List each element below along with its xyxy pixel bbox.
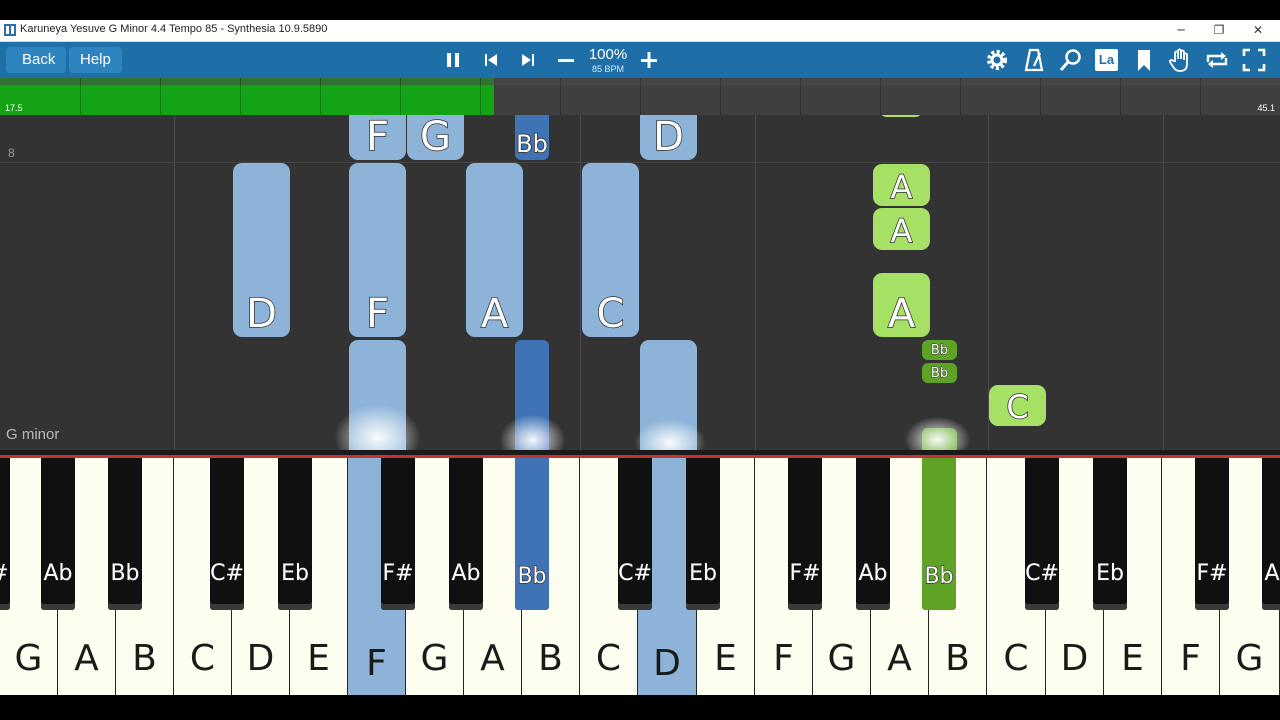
note-block: Bb [515, 115, 549, 160]
measure-line [174, 115, 175, 450]
plus-icon[interactable] [634, 45, 664, 75]
skip-back-icon[interactable] [476, 45, 506, 75]
measure-line [580, 115, 581, 450]
piano-black-key-pressed[interactable]: Bb [515, 458, 549, 610]
note-block: Bb [922, 363, 957, 383]
piano-black-key[interactable]: Ab [856, 458, 890, 610]
window-title: Karuneya Yesuve G Minor 4.4 Tempo 85 - S… [20, 23, 328, 35]
note-block [881, 115, 921, 117]
back-button[interactable]: Back [6, 47, 67, 73]
minus-icon[interactable] [551, 45, 581, 75]
progress-tick [960, 78, 961, 115]
song-progress-bar[interactable]: 17.5 45.1 [0, 78, 1280, 115]
note-roll: 8 F G Bb D D F A C A A A Bb Bb C G minor [0, 115, 1280, 450]
piano-black-key[interactable]: C# [209, 458, 244, 610]
bottom-strip [0, 695, 1280, 720]
loop-icon[interactable] [1202, 45, 1232, 75]
note-hit-glow [500, 415, 565, 450]
back-label: Back [22, 51, 56, 68]
restore-icon[interactable]: ❐ [1199, 20, 1239, 41]
progress-start-label: 17.5 [5, 103, 23, 113]
piano-keyboard[interactable]: G A B C D E F G A B C D E F G A B C D E … [0, 458, 1280, 695]
bookmark-icon[interactable] [1129, 45, 1159, 75]
note-block: C [989, 385, 1046, 427]
pause-icon[interactable] [438, 45, 468, 75]
note-block: F [349, 115, 406, 161]
note-block: Bb [922, 340, 957, 360]
window-titlebar: Karuneya Yesuve G Minor 4.4 Tempo 85 - S… [0, 20, 1280, 42]
close-icon[interactable]: ✕ [1238, 20, 1278, 41]
note-block: A [466, 163, 523, 338]
piano-black-key[interactable]: F# [788, 458, 822, 610]
note-block: C [582, 163, 639, 338]
metronome-icon[interactable] [1019, 45, 1049, 75]
note-block: F [349, 163, 406, 338]
note-block: D [233, 163, 290, 338]
piano-black-key[interactable]: Eb [278, 458, 312, 610]
note-label-button[interactable]: La [1095, 49, 1118, 71]
skip-forward-icon[interactable] [513, 45, 543, 75]
note-block: A [873, 164, 930, 207]
key-signature-label: G minor [6, 426, 60, 443]
piano-black-key[interactable]: Ab [1262, 458, 1280, 610]
piano-black-key[interactable]: F# [1195, 458, 1229, 610]
progress-tick [560, 78, 561, 115]
measure-number: 8 [8, 146, 15, 160]
progress-tick [240, 78, 241, 115]
piano-black-key[interactable]: C# [1024, 458, 1059, 610]
note-block: D [640, 115, 697, 161]
piano-black-key[interactable]: F# [381, 458, 415, 610]
piano-black-key-pressed[interactable]: Bb [922, 458, 956, 610]
measure-line [755, 115, 756, 450]
progress-tick [320, 78, 321, 115]
progress-tick [1200, 78, 1201, 115]
synthesia-app-icon [4, 24, 16, 36]
progress-tick [400, 78, 401, 115]
piano-black-key[interactable]: Ab [449, 458, 483, 610]
piano-black-key[interactable]: Eb [1093, 458, 1127, 610]
progress-tick [480, 78, 481, 115]
piano-black-key[interactable]: Ab [41, 458, 75, 610]
note-block: A [873, 273, 930, 338]
progress-tick [640, 78, 641, 115]
progress-tick [880, 78, 881, 115]
search-icon[interactable] [1056, 45, 1086, 75]
note-block: G [407, 115, 464, 161]
tempo-readout: 85 BPM [591, 64, 624, 74]
progress-tick [1040, 78, 1041, 115]
progress-tick [80, 78, 81, 115]
toolbar: Back Help 100% 85 BPM La [0, 42, 1280, 78]
progress-tick [160, 78, 161, 115]
note-block: A [873, 208, 930, 251]
gear-icon[interactable] [982, 45, 1012, 75]
measure-line [1163, 115, 1164, 450]
piano-black-key[interactable]: F# [0, 458, 10, 610]
help-button[interactable]: Help [69, 47, 122, 73]
beat-line [0, 162, 1280, 163]
fullscreen-icon[interactable] [1239, 45, 1269, 75]
progress-end-label: 45.1 [1257, 103, 1275, 113]
hand-icon[interactable] [1165, 45, 1195, 75]
piano-black-key[interactable]: Eb [686, 458, 720, 610]
piano-black-key[interactable]: C# [617, 458, 652, 610]
progress-tick [1120, 78, 1121, 115]
piano-black-key[interactable]: Bb [108, 458, 142, 610]
note-hit-glow [335, 405, 420, 450]
zoom-level: 100% [588, 46, 628, 63]
minimize-icon[interactable]: ─ [1161, 20, 1201, 41]
progress-tick [720, 78, 721, 115]
help-label: Help [80, 51, 111, 68]
progress-tick [800, 78, 801, 115]
note-hit-glow [905, 417, 970, 450]
